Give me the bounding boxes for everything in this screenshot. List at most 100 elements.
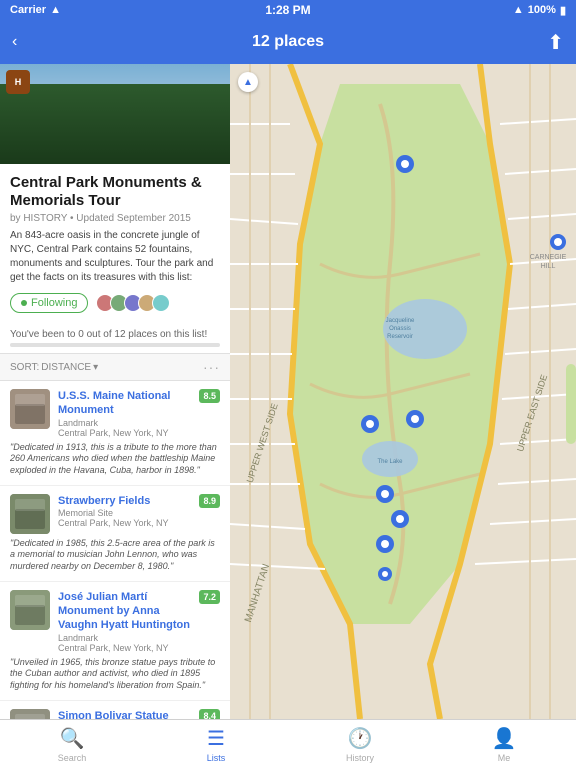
avatar [152,294,170,312]
main-content: H Central Park Monuments & Memorials Tou… [0,64,576,719]
back-arrow-icon: ‹ [12,33,17,51]
list-title: Central Park Monuments & Memorials Tour [10,174,220,210]
map-panel[interactable]: Jacqueline Onassis Reservoir The Lake UP… [230,64,576,719]
map-pin-4 [391,510,409,528]
left-panel: H Central Park Monuments & Memorials Tou… [0,64,230,719]
place-header: Simon Bolivar Statue 8.4 Outdoor Sculptu… [10,709,220,719]
place-location: Central Park, New York, NY [58,428,220,438]
place-type: Memorial Site [58,508,220,518]
svg-text:Reservoir: Reservoir [387,334,413,340]
place-type: Landmark [58,633,220,643]
place-name: Simon Bolivar Statue [58,709,195,719]
place-score: 8.5 [199,389,220,403]
status-right: ▲ 100% ▮ [513,4,566,17]
place-header: U.S.S. Maine National Monument 8.5 Landm… [10,389,220,438]
map-svg: Jacqueline Onassis Reservoir The Lake UP… [230,64,576,719]
place-item[interactable]: Strawberry Fields 8.9 Memorial Site Cent… [0,486,230,582]
wifi-icon: ▲ [50,4,61,16]
following-label: Following [31,297,77,309]
svg-text:HILL: HILL [541,263,556,270]
tab-bar: 🔍 Search ☰ Lists 🕐 History 👤 Me [0,719,576,768]
battery-label: 100% [528,4,556,16]
svg-text:Jacqueline: Jacqueline [386,318,415,324]
map-pin-3 [376,485,394,503]
place-quote: "Unveiled in 1965, this bronze statue pa… [10,657,220,692]
map-pin-cluster [406,410,424,428]
place-title-row: U.S.S. Maine National Monument 8.5 [58,389,220,418]
place-location: Central Park, New York, NY [58,518,220,528]
map-pin-user [378,567,392,581]
status-time: 1:28 PM [265,3,310,17]
place-type: Landmark [58,418,220,428]
battery-icon: ▮ [560,4,566,17]
place-item[interactable]: U.S.S. Maine National Monument 8.5 Landm… [0,381,230,486]
place-item[interactable]: Simon Bolivar Statue 8.4 Outdoor Sculptu… [0,701,230,719]
place-location: Central Park, New York, NY [58,643,220,653]
place-name: U.S.S. Maine National Monument [58,389,195,418]
sort-value: DISTANCE [41,362,91,373]
chevron-down-icon: ▾ [93,362,98,373]
location-icon: ▲ [513,4,524,16]
places-list: U.S.S. Maine National Monument 8.5 Landm… [0,381,230,719]
tab-history[interactable]: 🕐 History [288,722,432,767]
following-button[interactable]: Following [10,293,88,313]
place-info: U.S.S. Maine National Monument 8.5 Landm… [58,389,220,438]
place-score: 8.9 [199,494,220,508]
history-icon: 🕐 [348,726,373,751]
compass-icon: ▲ [243,77,253,88]
place-thumbnail [10,590,50,630]
map-container: Jacqueline Onassis Reservoir The Lake UP… [230,64,576,719]
place-score: 7.2 [199,590,220,604]
place-header: Strawberry Fields 8.9 Memorial Site Cent… [10,494,220,534]
place-thumbnail [10,709,50,719]
map-pin-2 [361,415,379,433]
sort-label[interactable]: SORT: DISTANCE ▾ [10,362,98,373]
progress-bar [10,343,220,347]
sort-more-button[interactable]: ··· [203,359,220,375]
status-left: Carrier ▲ [10,4,61,16]
place-info: Strawberry Fields 8.9 Memorial Site Cent… [58,494,220,528]
me-icon: 👤 [492,726,517,751]
sort-text: SORT: [10,362,39,373]
place-thumbnail [10,389,50,429]
tab-search[interactable]: 🔍 Search [0,722,144,767]
place-name: José Julian Martí Monument by Anna Vaugh… [58,590,195,633]
place-quote: "Dedicated in 1913, this is a tribute to… [10,442,220,477]
following-row: Following [10,293,220,313]
place-title-row: Simon Bolivar Statue 8.4 [58,709,220,719]
hero-trees [0,84,230,164]
svg-text:The Lake: The Lake [377,459,403,465]
back-button[interactable]: ‹ [12,33,17,51]
svg-text:CARNEGIE: CARNEGIE [530,254,567,261]
status-bar: Carrier ▲ 1:28 PM ▲ 100% ▮ [0,0,576,20]
place-score: 8.4 [199,709,220,719]
following-dot [21,300,27,306]
list-description: An 843-acre oasis in the concrete jungle… [10,229,220,285]
list-info: Central Park Monuments & Memorials Tour … [0,164,230,325]
nav-title: 12 places [252,33,324,51]
place-header: José Julian Martí Monument by Anna Vaugh… [10,590,220,653]
carrier-label: Carrier [10,4,46,16]
nav-bar: ‹ 12 places ⬆ [0,20,576,64]
place-thumbnail [10,494,50,534]
place-info: Simon Bolivar Statue 8.4 Outdoor Sculptu… [58,709,220,719]
tab-me[interactable]: 👤 Me [432,722,576,767]
tab-me-label: Me [498,753,511,763]
list-meta: by HISTORY • Updated September 2015 [10,213,220,224]
avatar-group [96,294,170,312]
progress-section: You've been to 0 out of 12 places on thi… [0,325,230,354]
map-pin-5 [376,535,394,553]
tab-lists[interactable]: ☰ Lists [144,722,288,767]
tab-lists-label: Lists [207,753,226,763]
place-item[interactable]: José Julian Martí Monument by Anna Vaugh… [0,582,230,701]
hero-image: H [0,64,230,164]
place-quote: "Dedicated in 1985, this 2.5-acre area o… [10,538,220,573]
history-badge: H [6,70,30,94]
svg-text:Onassis: Onassis [389,326,411,332]
place-info: José Julian Martí Monument by Anna Vaugh… [58,590,220,653]
compass-button[interactable]: ▲ [238,72,258,92]
map-pin-1 [396,155,414,173]
sort-bar: SORT: DISTANCE ▾ ··· [0,354,230,381]
tab-search-label: Search [58,753,87,763]
share-button[interactable]: ⬆ [547,30,564,55]
